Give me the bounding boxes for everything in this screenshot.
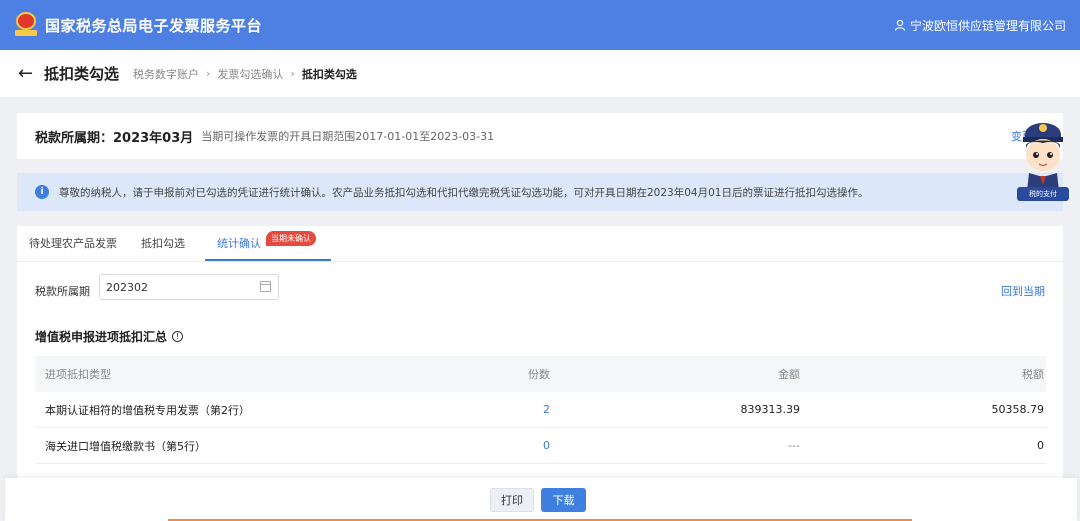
top-bar: 国家税务总局电子发票服务平台 宁波欧恒供应链管理有限公司 <box>0 0 1080 50</box>
tax-period-card: 税款所属期：2023年03月 当期可操作发票的开具日期范围2017-01-01至… <box>17 113 1063 159</box>
row-amount: 839313.39 <box>740 403 801 416</box>
download-button[interactable]: 下载 <box>541 488 586 512</box>
summary-title-text: 增值税申报进项抵扣汇总 <box>35 330 168 344</box>
tax-period-label: 税款所属期：2023年03月 <box>35 130 194 146</box>
summary-table: 进项抵扣类型 份数 金额 税额 本期认证相符的增值税专用发票（第2行） 2 83… <box>35 356 1046 464</box>
breadcrumb: 税务数字账户 › 发票勾选确认 › 抵扣类勾选 <box>133 66 357 82</box>
tab-deduction-selection[interactable]: 抵扣勾选 <box>141 235 197 261</box>
table-row: 本期认证相符的增值税专用发票（第2行） 2 839313.39 50358.79 <box>35 392 1046 428</box>
tab-bar: 待处理农产品发票 抵扣勾选 统计确认 当期未确认 <box>17 226 1063 262</box>
table-row: 海关进口增值税缴款书（第5行） 0 --- 0 <box>35 428 1046 464</box>
row-amount: --- <box>788 439 800 452</box>
calendar-icon <box>260 281 271 292</box>
info-icon: i <box>35 185 49 199</box>
action-footer: 打印 下载 <box>5 478 1077 521</box>
unconfirmed-badge: 当期未确认 <box>266 231 316 246</box>
row-type: 海关进口增值税缴款书（第5行） <box>45 439 206 453</box>
col-header-count: 份数 <box>528 368 550 381</box>
tax-period-picker[interactable]: 202302 <box>99 274 279 300</box>
table-header: 进项抵扣类型 份数 金额 税额 <box>35 356 1046 392</box>
user-menu[interactable]: 宁波欧恒供应链管理有限公司 <box>894 0 1066 50</box>
filter-row: 税款所属期 202302 回到当期 <box>17 262 1063 312</box>
back-to-current-link[interactable]: 回到当期 <box>1001 283 1045 299</box>
mascot-illustration <box>1023 123 1063 191</box>
user-icon <box>894 19 906 31</box>
breadcrumb-item-invoice-confirm[interactable]: 发票勾选确认 <box>217 66 283 82</box>
breadcrumb-separator: › <box>206 67 211 80</box>
row-count-link[interactable]: 2 <box>335 403 550 416</box>
mascot-stamp: 税的支付 <box>1017 187 1069 201</box>
tax-officer-mascot[interactable]: 税的支付 <box>1013 113 1073 205</box>
main-panel: 待处理农产品发票 抵扣勾选 统计确认 当期未确认 税款所属期 202302 回到… <box>17 226 1063 486</box>
col-header-amount: 金额 <box>778 368 800 381</box>
back-arrow-icon[interactable]: ← <box>18 63 38 84</box>
tax-period-filter-label: 税款所属期 <box>35 285 90 298</box>
print-button[interactable]: 打印 <box>490 488 534 512</box>
row-type: 本期认证相符的增值税专用发票（第2行） <box>45 403 250 417</box>
help-icon[interactable]: ! <box>172 331 184 342</box>
app-title: 国家税务总局电子发票服务平台 <box>45 16 263 35</box>
row-tax: 0 <box>1037 439 1044 452</box>
breadcrumb-item-tax-account[interactable]: 税务数字账户 <box>133 66 199 82</box>
page-header: ← 抵扣类勾选 税务数字账户 › 发票勾选确认 › 抵扣类勾选 <box>0 50 1080 97</box>
col-header-type: 进项抵扣类型 <box>45 368 111 381</box>
info-notice: i 尊敬的纳税人，请于申报前对已勾选的凭证进行统计确认。农产品业务抵扣勾选和代扣… <box>17 173 1063 211</box>
tax-emblem-logo <box>15 12 37 38</box>
tax-period-value: 202302 <box>106 280 148 294</box>
tab-pending-agri-invoices[interactable]: 待处理农产品发票 <box>29 235 129 261</box>
breadcrumb-item-current: 抵扣类勾选 <box>301 67 357 81</box>
row-count-link[interactable]: 0 <box>335 439 550 452</box>
breadcrumb-separator: › <box>290 67 295 80</box>
page-title: 抵扣类勾选 <box>44 65 120 83</box>
col-header-tax: 税额 <box>1022 368 1044 381</box>
notice-text: 尊敬的纳税人，请于申报前对已勾选的凭证进行统计确认。农产品业务抵扣勾选和代扣代缴… <box>59 186 869 199</box>
company-name: 宁波欧恒供应链管理有限公司 <box>909 18 1066 33</box>
summary-title: 增值税申报进项抵扣汇总 ! <box>35 328 184 345</box>
date-range-note: 当期可操作发票的开具日期范围2017-01-01至2023-03-31 <box>201 130 495 143</box>
row-tax: 50358.79 <box>991 403 1045 416</box>
